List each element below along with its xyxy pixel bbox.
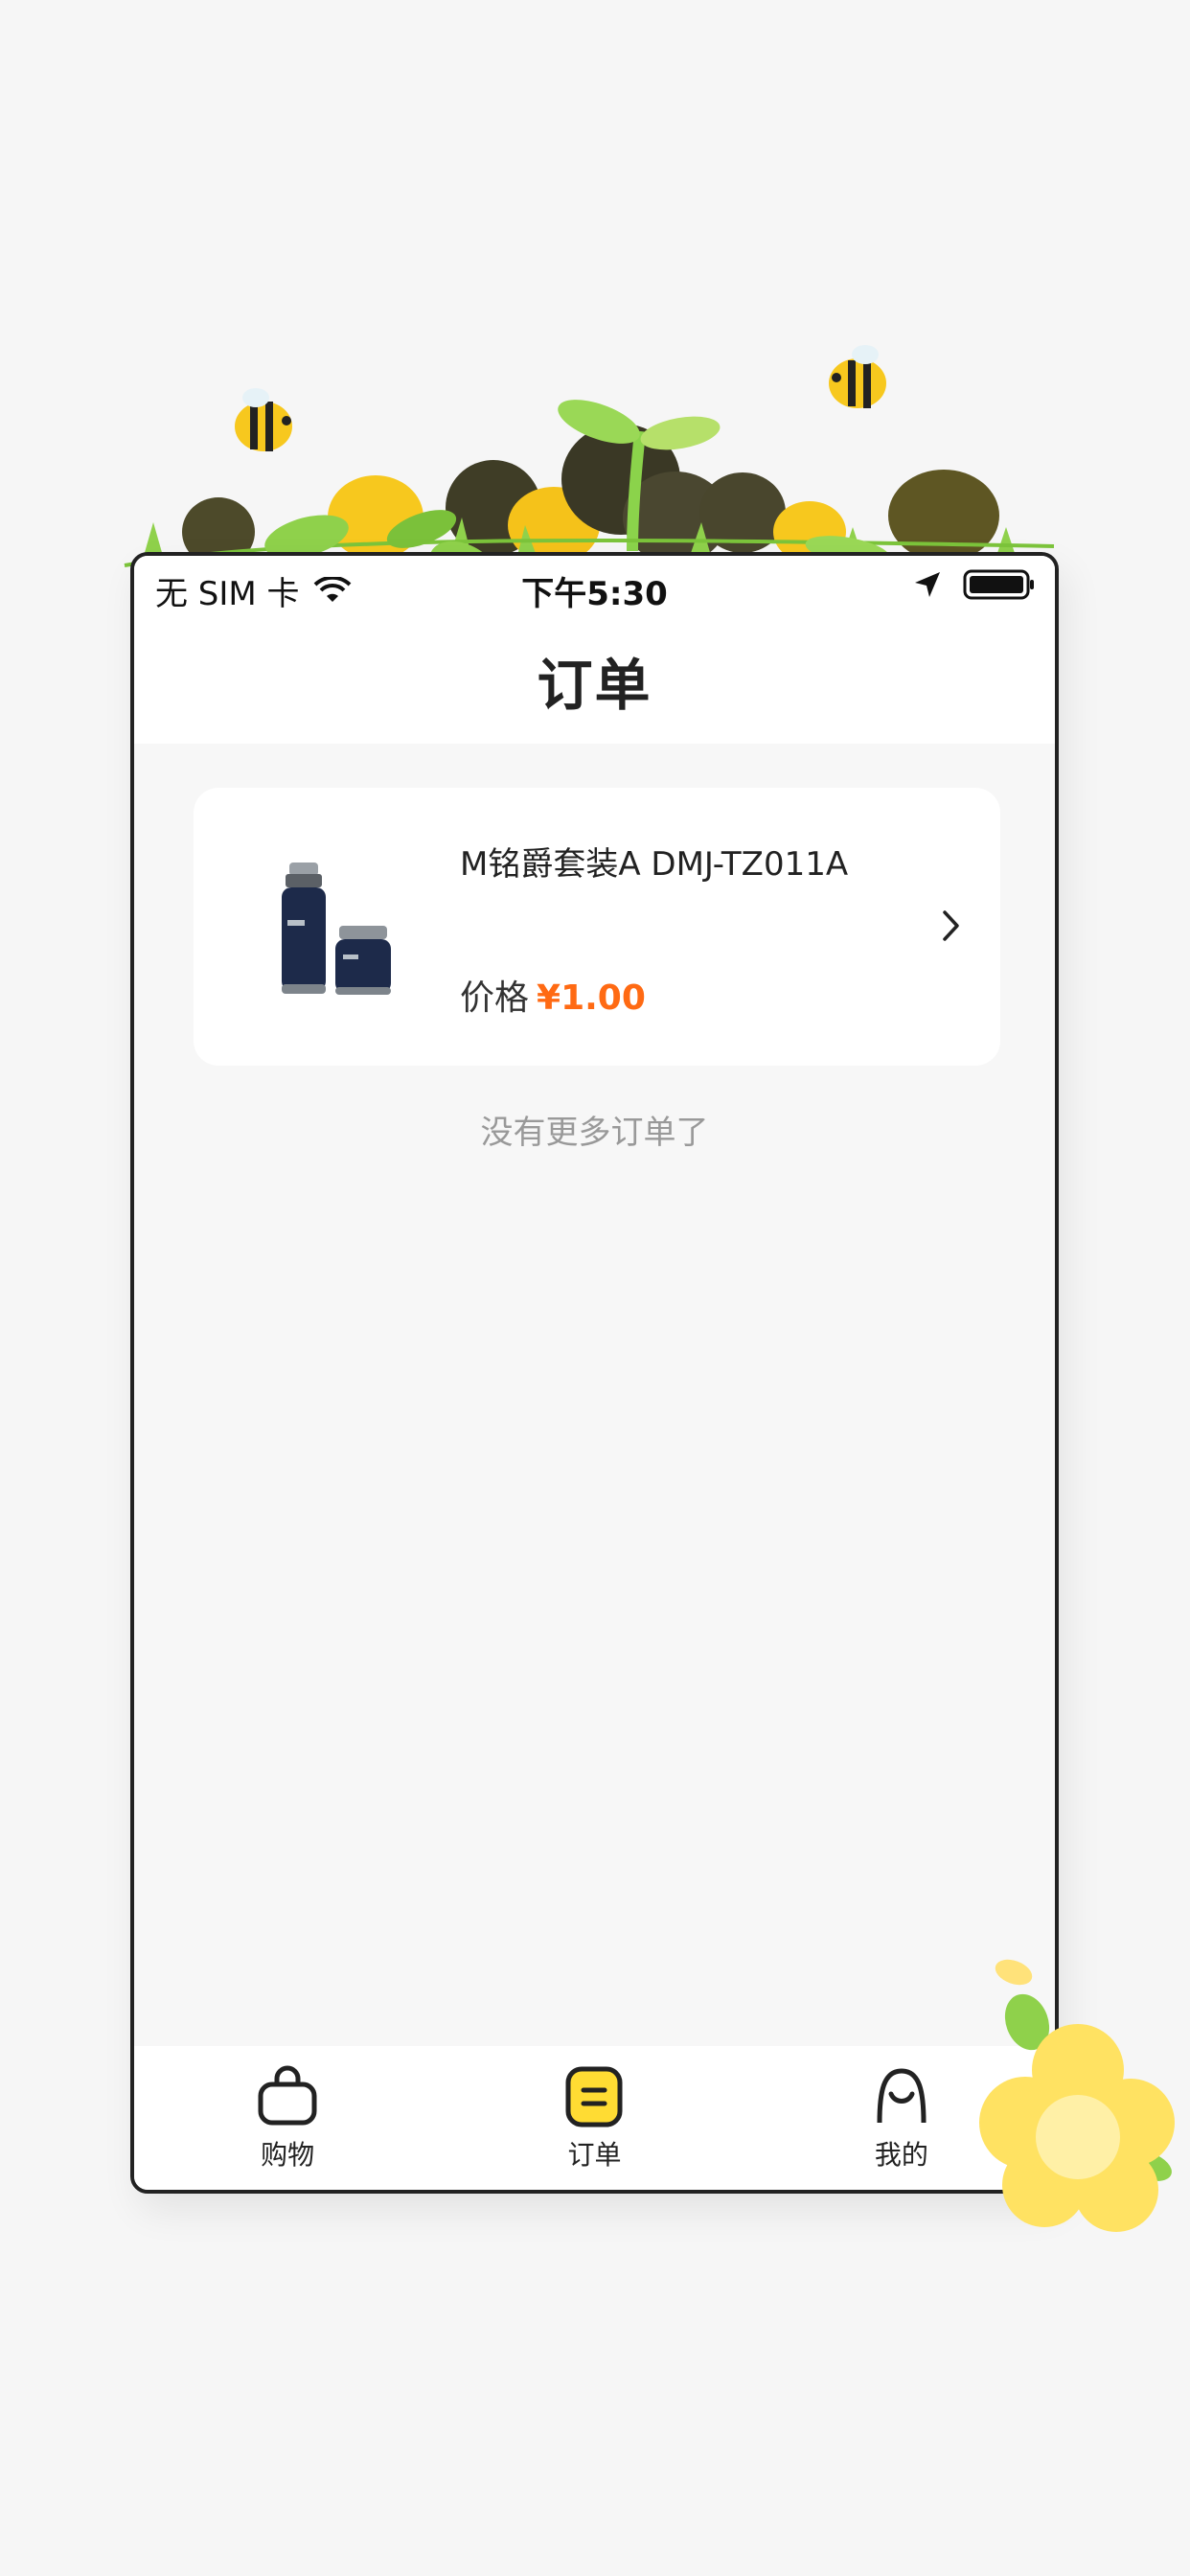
flower-decoration [979,1959,1175,2232]
navigation-bar: 订单 [134,617,1055,744]
bee-left [235,388,292,451]
status-right [913,569,1036,600]
bee-right [829,345,886,408]
tab-shopping[interactable]: 购物 [134,2046,441,2190]
shopping-bag-icon [258,2065,317,2126]
product-thumbnail [232,826,433,1027]
order-list-icon [565,2066,623,2128]
list-end-message: 没有更多订单了 [480,1114,709,1152]
page-title: 订单 [537,653,652,718]
product-name: M铭爵套装A DMJ-TZ011A [460,845,849,884]
tab-bar: 购物 订单 我的 [134,2046,1055,2190]
tab-label: 购物 [261,2139,315,2171]
tab-label: 订单 [567,2139,622,2171]
status-bar: 无 SIM 卡 下午5:30 [134,556,1055,617]
price-row: 价格 ¥1.00 [460,970,646,1020]
profile-face-icon [877,2068,927,2124]
price-label: 价格 [460,978,530,1018]
price-value: ¥1.00 [537,978,646,1018]
tab-orders[interactable]: 订单 [441,2046,747,2190]
order-card[interactable]: M铭爵套装A DMJ-TZ011A 价格 ¥1.00 [194,788,1000,1066]
location-arrow-icon [915,572,940,597]
chevron-right-icon [943,910,959,941]
tab-label: 我的 [874,2139,928,2171]
phone-frame: 无 SIM 卡 下午5:30 订单 M铭爵套装A DMJ-TZ011A 价格 ¥… [130,552,1059,2194]
battery-icon [963,569,1034,600]
